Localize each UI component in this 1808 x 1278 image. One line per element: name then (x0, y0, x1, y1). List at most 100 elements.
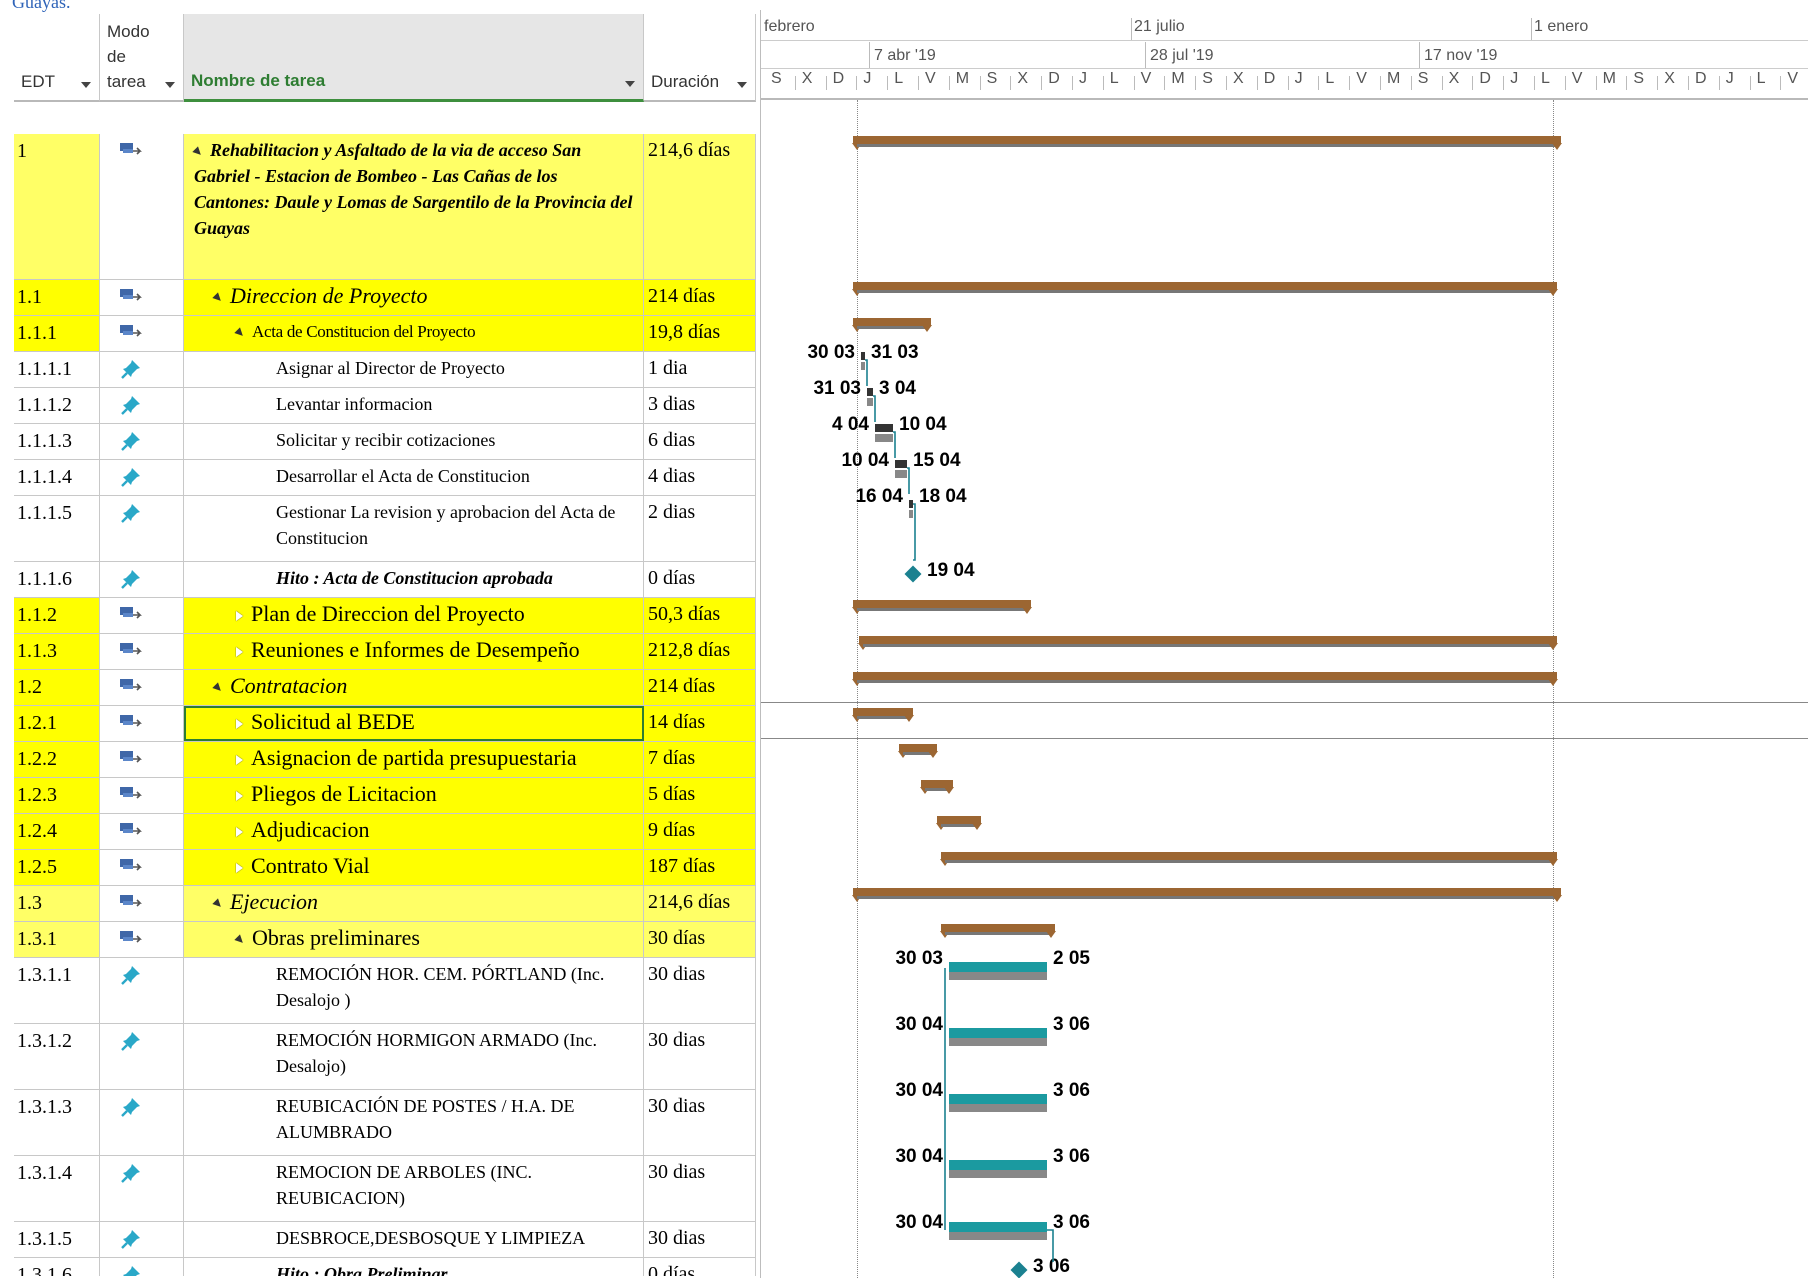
summary-bar[interactable] (852, 708, 914, 722)
task-mode-cell[interactable] (100, 460, 184, 495)
chevron-down-icon[interactable] (737, 82, 747, 88)
duration-cell[interactable]: 30 dias (644, 1156, 756, 1221)
duration-cell[interactable]: 4 dias (644, 460, 756, 495)
summary-bar[interactable] (940, 852, 1558, 866)
edt-cell[interactable]: 1.3.1.5 (14, 1222, 100, 1257)
duration-cell[interactable]: 5 días (644, 778, 756, 813)
task-name-cell[interactable]: Reuniones e Informes de Desempeño (184, 634, 644, 669)
task-bar[interactable] (895, 460, 907, 478)
table-row[interactable]: 1.3.1.2 REMOCIÓN HORMIGON ARMADO (Inc. De… (14, 1024, 756, 1090)
table-row[interactable]: 1.3.1 Obras preliminares 30 días (14, 922, 756, 958)
collapse-triangle-icon[interactable] (212, 898, 224, 910)
table-row[interactable]: 1.2.3 Pliegos de Licitacion 5 días (14, 778, 756, 814)
summary-bar[interactable] (858, 636, 1558, 650)
summary-bar[interactable] (852, 318, 932, 332)
task-mode-cell[interactable] (100, 496, 184, 561)
task-name-cell[interactable]: REUBICACIÓN DE POSTES / H.A. DE ALUMBRAD… (184, 1090, 644, 1155)
edt-cell[interactable]: 1.1.3 (14, 634, 100, 669)
task-mode-cell[interactable] (100, 778, 184, 813)
summary-bar[interactable] (936, 816, 982, 830)
task-name-cell[interactable]: Contrato Vial (184, 850, 644, 885)
task-mode-cell[interactable] (100, 706, 184, 741)
summary-bar[interactable] (940, 924, 1056, 938)
table-row[interactable]: 1.1.1.4 Desarrollar el Acta de Constituci… (14, 460, 756, 496)
task-mode-cell[interactable] (100, 134, 184, 279)
edt-cell[interactable]: 1.1.1 (14, 316, 100, 351)
collapse-triangle-icon[interactable] (234, 327, 246, 339)
task-mode-cell[interactable] (100, 670, 184, 705)
table-row[interactable]: 1.3.1.6 Hito : Obra Preliminar 0 días (14, 1258, 756, 1276)
table-row[interactable]: 1.2.4 Adjudicacion 9 días (14, 814, 756, 850)
edt-cell[interactable]: 1.1 (14, 280, 100, 315)
table-row[interactable]: 1.1.3 Reuniones e Informes de Desempeño 21… (14, 634, 756, 670)
task-name-cell[interactable]: Contratacion (184, 670, 644, 705)
task-name-cell[interactable]: Rehabilitacion y Asfaltado de la via de … (184, 134, 644, 279)
task-name-cell[interactable]: Desarrollar el Acta de Constitucion (184, 460, 644, 495)
duration-cell[interactable]: 14 días (644, 706, 756, 741)
table-row[interactable]: 1.3.1.5 DESBROCE,DESBOSQUE Y LIMPIEZA 30 d… (14, 1222, 756, 1258)
task-mode-cell[interactable] (100, 634, 184, 669)
duration-cell[interactable]: 2 dias (644, 496, 756, 561)
task-name-cell[interactable]: Solicitar y recibir cotizaciones (184, 424, 644, 459)
milestone-diamond[interactable] (904, 565, 922, 583)
task-bar[interactable] (861, 352, 865, 370)
edt-cell[interactable]: 1.1.1.1 (14, 352, 100, 387)
summary-bar[interactable] (852, 888, 1562, 902)
task-bar[interactable] (949, 1222, 1047, 1240)
edt-cell[interactable]: 1.1.1.2 (14, 388, 100, 423)
table-row[interactable]: 1.2 Contratacion 214 días (14, 670, 756, 706)
table-row[interactable]: 1.3.1.1 REMOCIÓN HOR. CEM. PÓRTLAND (Inc.… (14, 958, 756, 1024)
table-row[interactable]: 1.2.2 Asignacion de partida presupuestari… (14, 742, 756, 778)
table-row[interactable]: 1.3.1.3 REUBICACIÓN DE POSTES / H.A. DE A… (14, 1090, 756, 1156)
duration-cell[interactable]: 187 días (644, 850, 756, 885)
collapse-triangle-icon[interactable] (234, 934, 246, 946)
edt-cell[interactable]: 1.3.1.4 (14, 1156, 100, 1221)
table-row[interactable]: 1 Rehabilitacion y Asfaltado de la via de… (14, 134, 756, 280)
summary-bar[interactable] (920, 780, 954, 794)
duration-cell[interactable]: 30 dias (644, 1222, 756, 1257)
expand-triangle-icon[interactable] (236, 718, 243, 729)
edt-cell[interactable]: 1.3.1.2 (14, 1024, 100, 1089)
task-name-cell[interactable]: REMOCION DE ARBOLES (INC. REUBICACION) (184, 1156, 644, 1221)
column-header-name[interactable]: Nombre de tarea (184, 14, 644, 102)
duration-cell[interactable]: 50,3 días (644, 598, 756, 633)
column-header-mode[interactable]: Modo de tarea (100, 14, 184, 102)
task-mode-cell[interactable] (100, 958, 184, 1023)
duration-cell[interactable]: 212,8 días (644, 634, 756, 669)
task-bar[interactable] (949, 962, 1047, 980)
edt-cell[interactable]: 1.2.5 (14, 850, 100, 885)
task-mode-cell[interactable] (100, 1090, 184, 1155)
duration-cell[interactable]: 6 dias (644, 424, 756, 459)
table-row[interactable]: 1.3.1.4 REMOCION DE ARBOLES (INC. REUBICA… (14, 1156, 756, 1222)
edt-cell[interactable]: 1.1.1.6 (14, 562, 100, 597)
task-name-cell[interactable]: Adjudicacion (184, 814, 644, 849)
task-mode-cell[interactable] (100, 886, 184, 921)
column-header-duration[interactable]: Duración (644, 14, 756, 102)
task-name-cell[interactable]: REMOCIÓN HOR. CEM. PÓRTLAND (Inc. Desalo… (184, 958, 644, 1023)
task-mode-cell[interactable] (100, 424, 184, 459)
table-row[interactable]: 1.1.1.6 Hito : Acta de Constitucion aprob… (14, 562, 756, 598)
task-mode-cell[interactable] (100, 280, 184, 315)
expand-triangle-icon[interactable] (236, 790, 243, 801)
task-bar[interactable] (875, 424, 893, 442)
task-mode-cell[interactable] (100, 598, 184, 633)
task-mode-cell[interactable] (100, 388, 184, 423)
expand-triangle-icon[interactable] (236, 646, 243, 657)
task-mode-cell[interactable] (100, 922, 184, 957)
task-mode-cell[interactable] (100, 814, 184, 849)
duration-cell[interactable]: 30 días (644, 922, 756, 957)
edt-cell[interactable]: 1.2.3 (14, 778, 100, 813)
task-name-cell[interactable]: Asignar al Director de Proyecto (184, 352, 644, 387)
table-row[interactable]: 1.1.1 Acta de Constitucion del Proyecto 19… (14, 316, 756, 352)
summary-bar[interactable] (898, 744, 938, 758)
duration-cell[interactable]: 9 días (644, 814, 756, 849)
duration-cell[interactable]: 214 días (644, 280, 756, 315)
collapse-triangle-icon[interactable] (212, 292, 224, 304)
summary-bar[interactable] (852, 672, 1558, 686)
duration-cell[interactable]: 0 días (644, 562, 756, 597)
task-bar[interactable] (867, 388, 873, 406)
task-name-cell[interactable]: Pliegos de Licitacion (184, 778, 644, 813)
task-mode-cell[interactable] (100, 352, 184, 387)
table-row[interactable]: 1.1.1.5 Gestionar La revision y aprobacio… (14, 496, 756, 562)
expand-triangle-icon[interactable] (236, 754, 243, 765)
